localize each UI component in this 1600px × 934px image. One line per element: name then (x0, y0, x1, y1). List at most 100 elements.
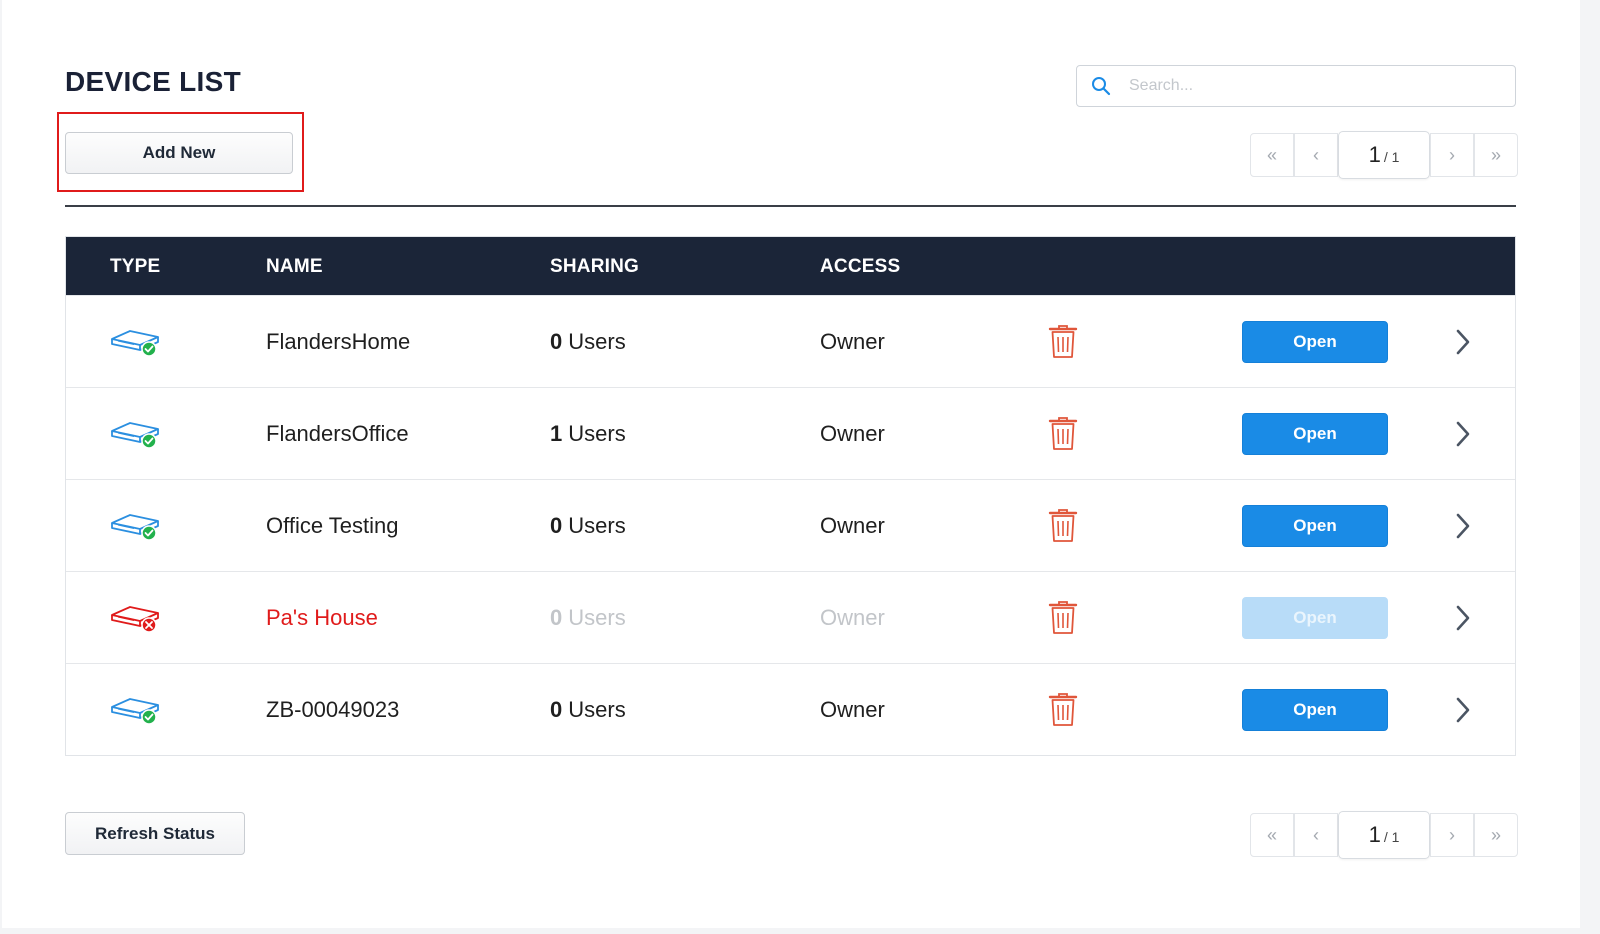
total-pages: / 1 (1383, 829, 1400, 845)
delete-button[interactable] (1048, 296, 1078, 388)
sharing-cell: 1 Users (550, 388, 626, 480)
device-name: ZB-00049023 (266, 697, 400, 722)
first-page-button[interactable]: « (1250, 813, 1294, 857)
trash-icon (1048, 325, 1078, 358)
search-icon (1092, 77, 1111, 96)
page-indicator[interactable]: 1 / 1 (1338, 811, 1430, 859)
add-new-button[interactable]: Add New (65, 132, 293, 174)
last-page-button[interactable]: » (1474, 813, 1518, 857)
device-table: TYPE NAME SHARING ACCESS FlandersHome 0 … (65, 236, 1516, 756)
first-page-button[interactable]: « (1250, 133, 1294, 177)
check-badge-icon (141, 341, 157, 357)
sharing-count: 1 (550, 421, 563, 446)
error-badge-icon (141, 617, 157, 633)
trash-icon (1048, 601, 1078, 634)
sharing-count: 0 (550, 329, 563, 354)
check-badge-icon (141, 709, 157, 725)
table-row[interactable]: ZB-00049023 0 Users Owner Open (66, 663, 1515, 755)
open-button: Open (1242, 597, 1388, 639)
table-body: FlandersHome 0 Users Owner Open Flanders… (66, 295, 1515, 755)
device-name: Office Testing (266, 513, 399, 538)
device-type-cell (110, 572, 162, 664)
pagination-bottom: « ‹ 1 / 1 › » (1250, 811, 1518, 859)
search-input[interactable] (1129, 77, 1489, 95)
total-pages: / 1 (1383, 149, 1400, 165)
device-type-cell (110, 296, 162, 388)
row-expand[interactable] (1454, 388, 1472, 480)
trash-icon (1048, 509, 1078, 542)
device-name: FlandersHome (266, 329, 411, 354)
check-badge-icon (141, 433, 157, 449)
table-row[interactable]: FlandersOffice 1 Users Owner Open (66, 387, 1515, 479)
sharing-count: 0 (550, 605, 563, 630)
sharing-cell: 0 Users (550, 664, 626, 756)
col-header-name: NAME (266, 256, 323, 277)
chevron-right-icon (1456, 605, 1470, 631)
row-expand[interactable] (1454, 572, 1472, 664)
open-cell: Open (1242, 572, 1388, 664)
open-button[interactable]: Open (1242, 505, 1388, 547)
router-device-icon (111, 698, 159, 725)
delete-button[interactable] (1048, 572, 1078, 664)
row-expand[interactable] (1454, 664, 1472, 756)
sharing-cell: 0 Users (550, 480, 626, 572)
access-level: Owner (820, 513, 885, 538)
page-title: DEVICE LIST (65, 66, 241, 97)
sharing-unit: Users (568, 697, 626, 722)
col-header-type: TYPE (110, 256, 161, 277)
delete-button[interactable] (1048, 388, 1078, 480)
prev-page-button[interactable]: ‹ (1294, 133, 1338, 177)
last-page-button[interactable]: » (1474, 133, 1518, 177)
sharing-count: 0 (550, 513, 563, 538)
open-cell: Open (1242, 480, 1388, 572)
search-box[interactable] (1076, 65, 1516, 107)
open-cell: Open (1242, 388, 1388, 480)
device-name: FlandersOffice (266, 421, 409, 446)
access-level: Owner (820, 605, 885, 630)
trash-icon (1048, 693, 1078, 726)
page-edge (1580, 0, 1600, 934)
router-device-icon (111, 514, 159, 541)
delete-button[interactable] (1048, 664, 1078, 756)
refresh-status-button[interactable]: Refresh Status (65, 812, 245, 855)
table-header: TYPE NAME SHARING ACCESS (66, 237, 1515, 295)
router-device-icon (111, 330, 159, 357)
open-button[interactable]: Open (1242, 321, 1388, 363)
device-type-cell (110, 388, 162, 480)
access-level: Owner (820, 697, 885, 722)
header-divider (65, 205, 1516, 207)
table-row[interactable]: Pa's House 0 Users Owner Open (66, 571, 1515, 663)
next-page-button[interactable]: › (1430, 813, 1474, 857)
sharing-unit: Users (568, 513, 626, 538)
delete-button[interactable] (1048, 480, 1078, 572)
open-cell: Open (1242, 664, 1388, 756)
current-page: 1 (1368, 822, 1381, 847)
router-device-icon (111, 422, 159, 449)
table-row[interactable]: Office Testing 0 Users Owner Open (66, 479, 1515, 571)
chevron-right-icon (1456, 421, 1470, 447)
sharing-cell: 0 Users (550, 572, 626, 664)
pagination-top: « ‹ 1 / 1 › » (1250, 131, 1518, 179)
open-button[interactable]: Open (1242, 413, 1388, 455)
open-cell: Open (1242, 296, 1388, 388)
current-page: 1 (1368, 142, 1381, 167)
next-page-button[interactable]: › (1430, 133, 1474, 177)
device-type-cell (110, 664, 162, 756)
table-row[interactable]: FlandersHome 0 Users Owner Open (66, 295, 1515, 387)
prev-page-button[interactable]: ‹ (1294, 813, 1338, 857)
access-level: Owner (820, 421, 885, 446)
open-button[interactable]: Open (1242, 689, 1388, 731)
check-badge-icon (141, 525, 157, 541)
col-header-access: ACCESS (820, 256, 901, 277)
router-device-icon (111, 606, 159, 633)
sharing-count: 0 (550, 697, 563, 722)
sharing-unit: Users (568, 421, 626, 446)
sharing-cell: 0 Users (550, 296, 626, 388)
chevron-right-icon (1456, 329, 1470, 355)
col-header-sharing: SHARING (550, 256, 640, 277)
page-indicator[interactable]: 1 / 1 (1338, 131, 1430, 179)
row-expand[interactable] (1454, 480, 1472, 572)
row-expand[interactable] (1454, 296, 1472, 388)
sharing-unit: Users (568, 605, 626, 630)
chevron-right-icon (1456, 513, 1470, 539)
